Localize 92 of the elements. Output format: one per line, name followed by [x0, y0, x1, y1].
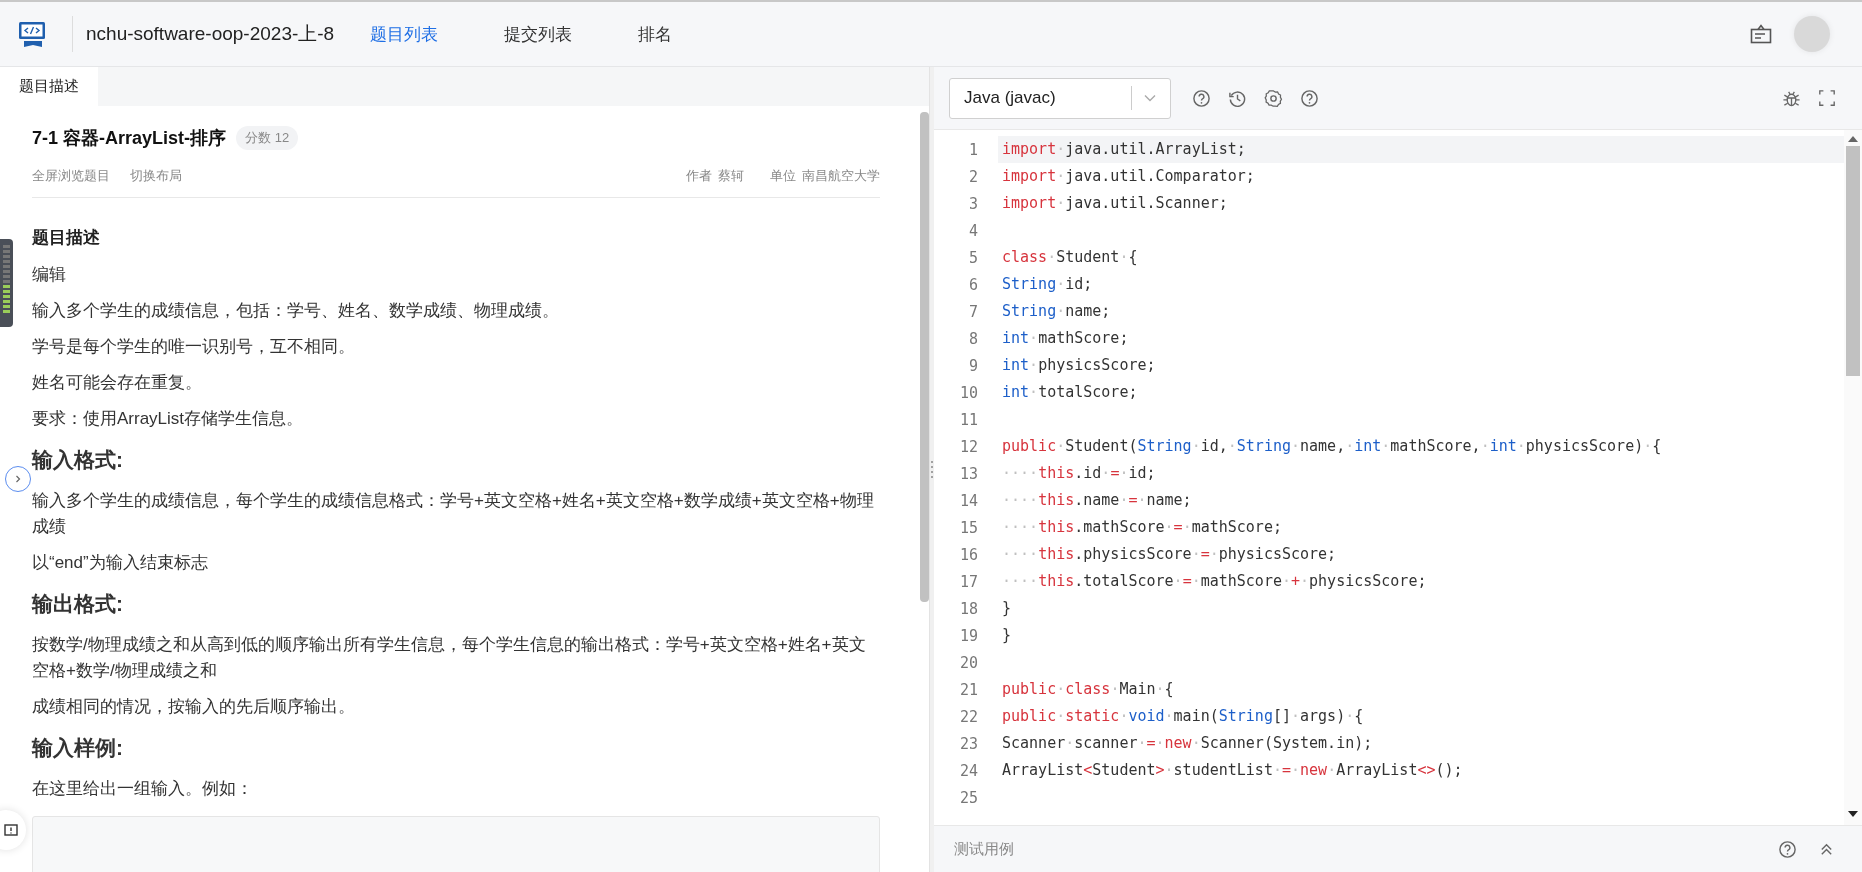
chevron-right-icon	[13, 474, 23, 484]
line-number: 21	[958, 680, 978, 699]
expand-button[interactable]	[5, 466, 31, 492]
fullscreen-icon[interactable]	[1818, 89, 1836, 107]
line-number: 5	[967, 248, 978, 267]
line-number: 12	[958, 437, 978, 456]
collapse-up-icon[interactable]	[1819, 841, 1834, 857]
language-select[interactable]: Java (javac)	[949, 77, 1171, 119]
line-number: 8	[967, 329, 978, 348]
code-line[interactable]: ····this.id·=·id;	[998, 460, 1844, 487]
line-number: 11	[958, 410, 978, 429]
code-line[interactable]: }	[998, 622, 1844, 649]
scrollbar-thumb[interactable]	[1846, 146, 1860, 376]
line-number: 25	[958, 788, 978, 807]
line-number: 7	[967, 302, 978, 321]
paragraph: 按数学/物理成绩之和从高到低的顺序输出所有学生信息，每个学生信息的输出格式：学号+英文空格+姓名+英文空格+数学/物理成绩之和	[32, 634, 867, 682]
line-number: 13	[958, 464, 978, 483]
help-icon[interactable]	[1192, 88, 1211, 108]
history-icon[interactable]	[1228, 88, 1247, 108]
paragraph: 要求：使用ArrayList存储学生信息。	[32, 408, 305, 430]
code-line[interactable]: int·mathScore;	[998, 325, 1844, 352]
paragraph: 输入多个学生的成绩信息，每个学生的成绩信息格式：学号+英文空格+姓名+英文空格+数学成绩+英文空格+物理成绩	[32, 490, 875, 538]
line-number: 1	[967, 140, 978, 159]
line-number: 24	[958, 761, 978, 780]
line-number: 22	[958, 707, 978, 726]
language-value: Java (javac)	[964, 88, 1057, 108]
section-subheading: 题目描述	[32, 227, 101, 249]
chevron-down-icon	[1144, 94, 1156, 102]
line-number: 2	[967, 167, 978, 186]
line-number: 6	[967, 275, 978, 294]
code-line[interactable]: String·name;	[998, 298, 1844, 325]
paragraph: 在这里给出一组输入。例如：	[32, 778, 254, 800]
section-heading: 输入样例:	[32, 735, 124, 761]
code-line[interactable]: }	[998, 595, 1844, 622]
code-line[interactable]: class·Student·{	[998, 244, 1844, 271]
action-link[interactable]: 全屏浏览题目	[32, 167, 110, 185]
section-heading: 输出格式:	[32, 591, 124, 617]
code-line[interactable]: ····this.physicsScore·=·physicsScore;	[998, 541, 1844, 568]
code-line[interactable]: int·totalScore;	[998, 379, 1844, 406]
alert-icon	[4, 823, 18, 837]
meta-value: 南昌航空大学	[802, 167, 880, 185]
line-number: 18	[958, 599, 978, 618]
meta-label: 作者	[686, 167, 712, 185]
paragraph: 成绩相同的情况，按输入的先后顺序输出。	[32, 696, 356, 718]
logo-icon	[18, 19, 48, 49]
code-line[interactable]: Scanner·scanner·=·new·Scanner(System.in);	[998, 730, 1844, 757]
nav-link[interactable]: 排名	[638, 22, 773, 46]
scroll-up-icon[interactable]	[1848, 136, 1858, 142]
drag-handle-icon[interactable]	[930, 458, 934, 481]
code-line[interactable]: public·static·void·main(String[]·args)·{	[998, 703, 1844, 730]
line-number: 14	[958, 491, 978, 510]
code-line[interactable]: ····this.mathScore·=·mathScore;	[998, 514, 1844, 541]
action-link[interactable]: 切换布局	[130, 167, 182, 185]
paragraph: 编辑	[32, 264, 67, 286]
problem-title: 7-1 容器-ArrayList-排序	[32, 127, 227, 150]
scrollbar-thumb[interactable]	[920, 112, 929, 602]
paragraph: 姓名可能会存在重复。	[32, 372, 203, 394]
code-line[interactable]: public·class·Main·{	[998, 676, 1844, 703]
line-number: 20	[958, 653, 978, 672]
code-line[interactable]: import·java.util.Comparator;	[998, 163, 1844, 190]
line-number: 16	[958, 545, 978, 564]
nav-link[interactable]: 题目列表	[370, 22, 505, 46]
panel-tab[interactable]: 题目描述	[0, 67, 98, 106]
code-line[interactable]: ····this.totalScore·=·mathScore·+·physicsScore;	[998, 568, 1844, 595]
code-line[interactable]: ArrayList<Student>·studentList·=·new·ArrayList<>();	[998, 757, 1844, 784]
line-number: 10	[958, 383, 978, 402]
line-number: 9	[967, 356, 978, 375]
settings-icon[interactable]	[1264, 88, 1283, 108]
help-icon[interactable]	[1300, 88, 1319, 108]
line-number: 23	[958, 734, 978, 753]
notice-board-icon[interactable]	[1750, 24, 1772, 44]
code-line[interactable]: ····this.name·=·name;	[998, 487, 1844, 514]
code-line[interactable]: public·Student(String·id,·String·name,·int·mathScore,·int·physicsScore)·{	[998, 433, 1844, 460]
line-number: 17	[958, 572, 978, 591]
line-number: 4	[967, 221, 978, 240]
code-line[interactable]: String·id;	[998, 271, 1844, 298]
code-line[interactable]: import·java.util.Scanner;	[998, 190, 1844, 217]
nav-link[interactable]: 提交列表	[504, 22, 639, 46]
line-number: 3	[967, 194, 978, 213]
paragraph: 以“end”为输入结束标志	[32, 552, 209, 574]
paragraph: 输入多个学生的成绩信息，包括：学号、姓名、数学成绩、物理成绩。	[32, 300, 560, 322]
line-number: 15	[958, 518, 978, 537]
project-title: nchu-software-oop-2023-上-8	[86, 22, 335, 46]
score-badge: 分数 12	[236, 126, 299, 150]
meta-value: 蔡轲	[718, 167, 744, 185]
help-icon[interactable]	[1778, 839, 1797, 859]
section-heading: 输入格式:	[32, 447, 124, 473]
line-number: 19	[958, 626, 978, 645]
meta-label: 单位	[770, 167, 796, 185]
code-line[interactable]: int·physicsScore;	[998, 352, 1844, 379]
paragraph: 学号是每个学生的唯一识别号，互不相同。	[32, 336, 356, 358]
scroll-down-icon[interactable]	[1848, 811, 1858, 817]
